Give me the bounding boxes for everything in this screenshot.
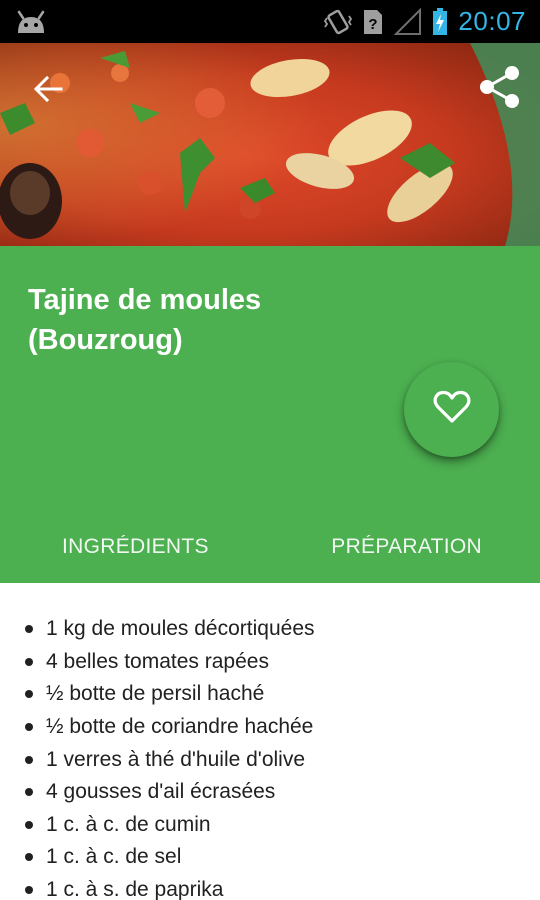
list-item: ½ botte de coriandre hachée [0, 711, 540, 744]
bullet [25, 657, 33, 666]
status-right: ? 20:07 [324, 6, 526, 37]
bullet [25, 886, 33, 895]
battery-charging-icon [432, 7, 448, 36]
list-item: ½ botte de persil haché [0, 678, 540, 711]
svg-text:?: ? [369, 16, 378, 33]
ingredient-text: 4 gousses d'ail écrasées [46, 780, 276, 804]
tab-ingredients[interactable]: INGRÉDIENTS [0, 511, 272, 583]
ingredients-list: 1 kg de moules décortiquées 4 belles tom… [0, 583, 540, 900]
heart-outline-icon [433, 390, 471, 429]
ingredient-text: 1 c. à c. de cumin [46, 812, 211, 836]
vibrate-icon [324, 8, 353, 36]
hero-image [0, 43, 540, 246]
recipe-header: Tajine de moules (Bouzroug) INGRÉDIENTS … [0, 246, 540, 583]
list-item: 4 belles tomates rapées [0, 646, 540, 679]
list-item: 1 kg de moules décortiquées [0, 613, 540, 646]
food-photo [0, 43, 540, 246]
ingredient-text: 4 belles tomates rapées [46, 649, 269, 673]
bullet [25, 853, 33, 862]
tab-bar: INGRÉDIENTS PRÉPARATION [0, 511, 540, 583]
bullet [25, 625, 33, 634]
bullet [25, 820, 33, 829]
list-item: 1 c. à c. de sel [0, 841, 540, 874]
android-icon [14, 9, 48, 35]
arrow-back-icon [33, 74, 63, 109]
recipe-title-line2: (Bouzroug) [28, 324, 183, 356]
signal-icon [394, 7, 422, 36]
bullet [25, 690, 33, 699]
list-item: 1 c. à s. de paprika [0, 874, 540, 900]
status-left [14, 9, 48, 35]
share-icon [478, 65, 522, 114]
back-button[interactable] [20, 63, 76, 119]
ingredient-text: 1 kg de moules décortiquées [46, 617, 315, 641]
ingredient-text: ½ botte de coriandre hachée [46, 715, 314, 739]
ingredient-text: 1 c. à s. de paprika [46, 878, 224, 900]
ingredient-text: 1 c. à c. de sel [46, 845, 182, 869]
unknown-sim-icon: ? [362, 8, 384, 36]
list-item: 1 verres à thé d'huile d'olive [0, 743, 540, 776]
list-item: 4 gousses d'ail écrasées [0, 776, 540, 809]
status-bar: ? 20:07 [0, 0, 540, 43]
favorite-button[interactable] [404, 362, 499, 457]
recipe-title: Tajine de moules (Bouzroug) [28, 280, 368, 360]
share-button[interactable] [472, 61, 528, 117]
ingredient-text: 1 verres à thé d'huile d'olive [46, 747, 306, 771]
list-item: 1 c. à c. de cumin [0, 809, 540, 842]
tab-preparation[interactable]: PRÉPARATION [272, 511, 540, 583]
bullet [25, 723, 33, 732]
status-time: 20:07 [458, 6, 526, 36]
bullet [25, 755, 33, 764]
ingredient-text: ½ botte de persil haché [46, 682, 265, 706]
recipe-title-line1: Tajine de moules [28, 284, 262, 316]
bullet [25, 788, 33, 797]
